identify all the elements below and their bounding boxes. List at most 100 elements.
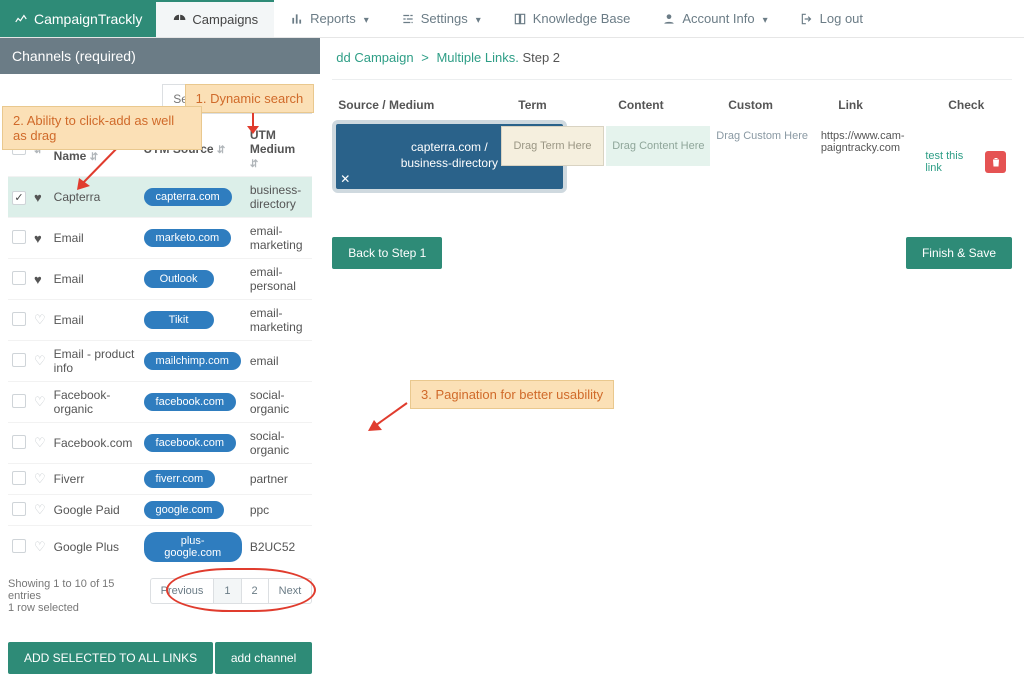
col-link: Link — [832, 98, 942, 112]
col-check: Check — [942, 98, 1012, 112]
table-row[interactable]: ♡ EmailTikit email-marketing — [8, 300, 312, 341]
row-checkbox[interactable] — [12, 471, 26, 485]
col-term: Term — [512, 98, 612, 112]
favorite-icon[interactable]: ♡ — [34, 353, 46, 368]
row-medium: social-organic — [246, 423, 312, 464]
favorite-icon[interactable]: ♡ — [34, 435, 46, 450]
table-row[interactable]: ♡Email - product infomailchimp.comemail — [8, 341, 312, 382]
breadcrumb-a[interactable]: dd Campaign — [336, 50, 413, 65]
annotation-circle — [166, 568, 316, 612]
row-name: Email — [50, 300, 140, 341]
col-source-medium: Source / Medium — [332, 98, 512, 112]
table-footer: Showing 1 to 10 of 15 entries 1 row sele… — [8, 578, 312, 614]
row-checkbox[interactable]: ✓ — [12, 191, 26, 205]
breadcrumb-b[interactable]: Multiple Links. — [436, 50, 518, 65]
add-channel-button[interactable]: add channel — [215, 642, 312, 674]
row-medium: email-marketing — [246, 300, 312, 341]
favorite-icon[interactable]: ♥ — [34, 272, 42, 287]
row-name: Facebook.com — [50, 423, 140, 464]
test-link[interactable]: test this link — [925, 150, 979, 174]
annotation-arrow-3 — [362, 398, 412, 438]
row-medium: email-marketing — [246, 218, 312, 259]
source-pill[interactable]: plus-google.com — [144, 532, 242, 562]
channels-title: Channels (required) — [0, 38, 320, 74]
user-icon — [662, 12, 676, 26]
breadcrumb-step: Step 2 — [522, 50, 560, 65]
favorite-icon[interactable]: ♡ — [34, 312, 46, 327]
links-panel: dd Campaign > Multiple Links. Step 2 Sou… — [320, 38, 1024, 281]
book-icon — [513, 12, 527, 26]
source-pill[interactable]: fiverr.com — [144, 470, 216, 488]
row-checkbox[interactable] — [12, 394, 26, 408]
nav-kb[interactable]: Knowledge Base — [497, 0, 647, 37]
table-row[interactable]: ♡Google Paidgoogle.comppc — [8, 495, 312, 526]
row-name: Email — [50, 259, 140, 300]
row-name: Email - product info — [50, 341, 140, 382]
table-row[interactable]: ♡ Google Plusplus-google.comB2UC52 — [8, 526, 312, 569]
nav-reports[interactable]: Reports — [274, 0, 385, 37]
row-checkbox[interactable] — [12, 435, 26, 449]
add-selected-button[interactable]: ADD SELECTED TO ALL LINKS — [8, 642, 213, 674]
nav-logout-label: Log out — [820, 11, 863, 26]
table-row[interactable]: ♥ EmailOutlook email-personal — [8, 259, 312, 300]
remove-pill-icon[interactable]: ✕ — [340, 172, 350, 188]
chart-icon — [290, 12, 304, 26]
table-row[interactable]: ♡ Facebook.comfacebook.com social-organic — [8, 423, 312, 464]
generated-link: https://www.cam-paigntracky.com — [815, 120, 920, 193]
row-name: Email — [50, 218, 140, 259]
source-pill[interactable]: marketo.com — [144, 229, 232, 247]
term-dropzone[interactable]: Drag Term Here — [501, 126, 605, 166]
nav-settings[interactable]: Settings — [385, 0, 497, 37]
favorite-icon[interactable]: ♡ — [34, 502, 46, 517]
row-name: Facebook-organic — [50, 382, 140, 423]
favorite-icon[interactable]: ♡ — [34, 394, 46, 409]
finish-save-button[interactable]: Finish & Save — [906, 237, 1012, 269]
row-checkbox[interactable] — [12, 312, 26, 326]
source-pill[interactable]: google.com — [144, 501, 225, 519]
custom-dropzone[interactable]: Drag Custom Here — [710, 120, 815, 193]
nav-reports-label: Reports — [310, 11, 356, 26]
content-area: Channels (required) 1. Dynamic search 2.… — [0, 38, 1024, 686]
source-pill[interactable]: Outlook — [144, 270, 214, 288]
row-checkbox[interactable] — [12, 271, 26, 285]
nav-logout[interactable]: Log out — [784, 0, 879, 37]
row-name: Fiverr — [50, 464, 140, 495]
brand-text: CampaignTrackly — [34, 11, 142, 27]
row-checkbox[interactable] — [12, 539, 26, 553]
col-custom: Custom — [722, 98, 832, 112]
source-pill[interactable]: facebook.com — [144, 434, 236, 452]
nav-campaigns-label: Campaigns — [192, 12, 258, 27]
row-medium: social-organic — [246, 382, 312, 423]
row-medium: partner — [246, 464, 312, 495]
row-medium: B2UC52 — [246, 526, 312, 569]
source-pill[interactable]: capterra.com — [144, 188, 232, 206]
back-button[interactable]: Back to Step 1 — [332, 237, 442, 269]
row-medium: email-personal — [246, 259, 312, 300]
favorite-icon[interactable]: ♡ — [34, 539, 46, 554]
nav-kb-label: Knowledge Base — [533, 11, 631, 26]
row-checkbox[interactable] — [12, 353, 26, 367]
favorite-icon[interactable]: ♥ — [34, 190, 42, 205]
table-row[interactable]: ✓♥Capterracapterra.combusiness-directory — [8, 177, 312, 218]
entries-info: Showing 1 to 10 of 15 entries — [8, 578, 150, 602]
source-pill[interactable]: facebook.com — [144, 393, 236, 411]
row-checkbox[interactable] — [12, 502, 26, 516]
content-dropzone[interactable]: Drag Content Here — [606, 126, 710, 166]
table-row[interactable]: ♡ Facebook-organicfacebook.com social-orga… — [8, 382, 312, 423]
nav-campaigns[interactable]: Campaigns — [156, 0, 274, 37]
brand-logo[interactable]: CampaignTrackly — [0, 0, 156, 37]
source-pill[interactable]: mailchimp.com — [144, 352, 241, 370]
table-row[interactable]: ♡ Fiverrfiverr.com partner — [8, 464, 312, 495]
caret-icon — [362, 11, 369, 26]
delete-row-button[interactable] — [985, 151, 1006, 173]
row-checkbox[interactable] — [12, 230, 26, 244]
channels-table: ⇵ Channel Name ⇵ UTM Source ⇵ UTM Medium… — [8, 122, 312, 568]
source-pill[interactable]: Tikit — [144, 311, 214, 329]
favorite-icon[interactable]: ♥ — [34, 231, 42, 246]
favorite-icon[interactable]: ♡ — [34, 471, 46, 486]
nav-account[interactable]: Account Info — [646, 0, 783, 37]
row-name: Google Plus — [50, 526, 140, 569]
table-row[interactable]: ♥ Emailmarketo.com email-marketing — [8, 218, 312, 259]
sliders-icon — [401, 12, 415, 26]
logout-icon — [800, 12, 814, 26]
